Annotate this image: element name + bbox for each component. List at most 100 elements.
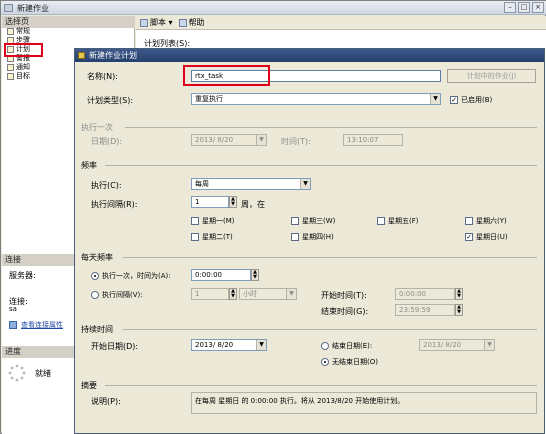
spin-down-icon: ▼ [457,309,461,315]
end-date-picker[interactable]: 2013/ 8/20 ▼ [419,339,495,351]
thursday-checkbox[interactable]: 星期四(H) [291,232,334,242]
divider [123,329,537,330]
page-icon [7,28,14,35]
end-time-input[interactable]: 23:59:59 [395,304,455,316]
end-time-spinner[interactable]: ▲ ▼ [455,304,463,316]
start-time-spinner[interactable]: ▲ ▼ [455,288,463,300]
new-job-schedule-dialog: 新建作业计划 名称(N): rtx_task 计划中的作业(J) 计划类型(S)… [74,48,545,434]
toolbar: 脚本 ▾ 帮助 [136,16,546,30]
view-connection-properties-link[interactable]: 查看连接属性 [21,320,63,330]
saturday-checkbox[interactable]: 星期六(Y) [465,216,507,226]
description-label: 说明(P): [91,397,121,406]
occurs-every-radio[interactable]: 执行间隔(V): [91,290,143,300]
duration-header: 持续时间 [81,325,113,334]
checkbox-box [377,217,385,225]
occurs-once-radio[interactable]: 执行一次，时间为(A): [91,271,171,281]
sunday-checkbox[interactable]: ✓ 星期日(U) [465,232,508,242]
server-label: 服务器: [9,271,36,280]
description-text: 在每周 星期日 的 0:00:00 执行。将从 2013/8/20 开始使用计划… [191,392,537,414]
page-icon [7,64,14,71]
occurs-every-unit-select[interactable]: 小时 ▼ [239,288,297,300]
occurs-once-time-spinner[interactable]: ▲ ▼ [251,269,259,281]
schedule-type-label: 计划类型(S): [87,96,134,105]
chevron-down-icon: ▼ [430,94,440,104]
dialog-titlebar: 新建作业计划 [75,49,544,62]
checkbox-box: ✓ [465,233,473,241]
one-time-date-label: 日期(D): [91,137,123,146]
one-time-header: 执行一次 [81,123,113,132]
spin-down-icon: ▼ [231,293,235,299]
divider [105,165,537,166]
dialog-title: 新建作业计划 [89,51,137,60]
start-time-input[interactable]: 0:00:00 [395,288,455,300]
minimize-button[interactable]: – [504,2,516,13]
occurs-label: 执行(C): [91,181,122,190]
recurs-every-label: 执行间隔(R): [91,200,138,209]
window-title: 新建作业 [17,4,49,13]
summary-header: 摘要 [81,381,97,390]
checkbox-box [191,217,199,225]
tuesday-checkbox[interactable]: 星期二(T) [191,232,233,242]
checkbox-box [191,233,199,241]
radio-dot [91,291,99,299]
one-time-time-input[interactable]: 13:10:07 [343,134,403,146]
chevron-down-icon: ▼ [256,340,266,350]
page-general[interactable]: 常规 [7,27,30,36]
wednesday-checkbox[interactable]: 星期三(W) [291,216,335,226]
window-titlebar: 新建作业 – □ × [1,1,546,15]
spin-down-icon: ▼ [231,201,235,207]
chevron-down-icon: ▼ [300,179,310,189]
chevron-down-icon: ▼ [256,135,266,145]
highlight-box-schedules [4,43,43,57]
enabled-checkbox[interactable]: ✓ 已启用(B) [450,95,492,105]
dialog-icon [78,52,85,59]
help-icon [178,18,187,27]
name-label: 名称(N): [87,72,118,81]
start-date-picker[interactable]: 2013/ 8/20 ▼ [191,339,267,351]
schedule-type-select[interactable]: 重复执行 ▼ [191,93,441,105]
spin-down-icon: ▼ [457,293,461,299]
divider [105,385,537,386]
close-button[interactable]: × [532,2,544,13]
occurs-once-time-input[interactable]: 0:00:00 [191,269,251,281]
script-icon [140,18,148,27]
occurs-select[interactable]: 每周 ▼ [191,178,311,190]
spin-down-icon: ▼ [253,274,257,280]
help-button[interactable]: 帮助 [178,17,205,28]
recurs-every-suffix: 周，在 [241,200,265,209]
progress-spinner-icon [8,364,26,382]
chevron-down-icon: ▼ [484,340,494,350]
checkbox-box [291,217,299,225]
connection-value: sa [9,305,17,313]
monday-checkbox[interactable]: 星期一(M) [191,216,235,226]
recurs-every-spinner[interactable]: ▲ ▼ [229,196,237,208]
frequency-header: 频率 [81,161,97,170]
end-date-radio[interactable]: 结束日期(E): [321,341,372,351]
no-end-date-radio[interactable]: 无结束日期(O) [321,357,378,367]
start-time-label: 开始时间(T): [321,291,367,300]
end-time-label: 结束时间(G): [321,307,369,316]
start-date-label: 开始日期(D): [91,342,139,351]
properties-icon [9,321,17,329]
occurs-every-input[interactable]: 1 [191,288,229,300]
script-button[interactable]: 脚本 ▾ [140,17,173,28]
checkbox-box [291,233,299,241]
divider [125,127,537,128]
occurs-every-spinner[interactable]: ▲ ▼ [229,288,237,300]
daily-frequency-header: 每天频率 [81,253,113,262]
radio-dot [321,342,329,350]
one-time-date-picker[interactable]: 2013/ 8/20 ▼ [191,134,267,146]
divider [123,257,537,258]
page-notifications[interactable]: 通知 [7,63,30,72]
progress-status: 就绪 [35,369,51,378]
maximize-button[interactable]: □ [518,2,530,13]
page-targets[interactable]: 目标 [7,72,30,81]
highlight-box-name [183,65,270,86]
page-icon [7,73,14,80]
jobs-in-schedule-button[interactable]: 计划中的作业(J) [447,69,536,83]
chevron-down-icon: ▼ [286,289,296,299]
checkbox-box: ✓ [450,96,458,104]
recurs-every-input[interactable]: 1 [191,196,229,208]
friday-checkbox[interactable]: 星期五(F) [377,216,419,226]
one-time-time-label: 时间(T): [281,137,311,146]
